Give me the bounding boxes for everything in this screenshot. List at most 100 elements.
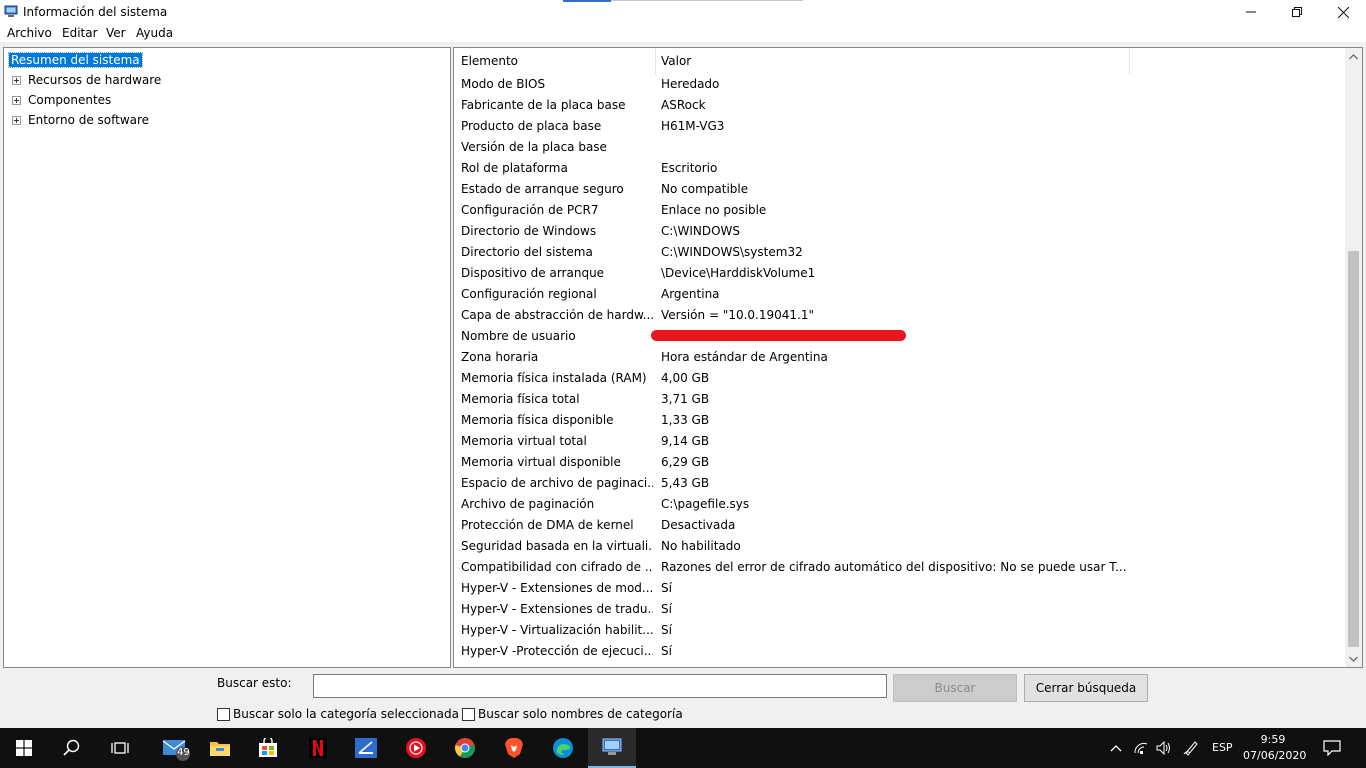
network-icon[interactable] xyxy=(1131,738,1151,758)
table-row[interactable]: Memoria física instalada (RAM) 4,00 GB xyxy=(454,368,1344,389)
table-row[interactable]: Rol de plataforma Escritorio xyxy=(454,158,1344,179)
tree-item-label: Entorno de software xyxy=(28,113,150,127)
checkbox-box[interactable] xyxy=(462,707,475,721)
chrome-icon[interactable] xyxy=(441,728,489,768)
table-row[interactable]: Versión de la placa base xyxy=(454,137,1344,158)
maximize-button[interactable] xyxy=(1274,0,1320,24)
search-icon[interactable] xyxy=(48,728,96,768)
file-explorer-icon[interactable] xyxy=(196,728,244,768)
tree-item-label: Componentes xyxy=(28,93,112,107)
row-item: Memoria virtual total xyxy=(461,434,587,448)
scroll-up-icon[interactable] xyxy=(1345,48,1362,65)
input-language[interactable]: ESP xyxy=(1212,741,1233,754)
vertical-scrollbar[interactable] xyxy=(1345,48,1362,667)
tree-item-label: Resumen del sistema xyxy=(8,52,143,68)
scrollbar-thumb[interactable] xyxy=(1348,251,1359,647)
tree-item-components[interactable]: Componentes xyxy=(12,91,111,109)
table-row[interactable]: Configuración regional Argentina xyxy=(454,284,1344,305)
table-row[interactable]: Hyper-V - Extensiones de tradu... Sí xyxy=(454,599,1344,620)
row-value: Argentina xyxy=(661,287,720,301)
table-row[interactable]: Configuración de PCR7 Enlace no posible xyxy=(454,200,1344,221)
task-view-icon[interactable] xyxy=(96,728,144,768)
chevron-up-icon[interactable] xyxy=(1106,738,1126,758)
menu-archivo[interactable]: Archivo xyxy=(7,26,52,40)
table-row[interactable]: Hyper-V -Protección de ejecuci... Sí xyxy=(454,641,1344,662)
mail-icon[interactable]: 49 xyxy=(152,728,200,768)
row-item: Rol de plataforma xyxy=(461,161,568,175)
table-row[interactable]: Estado de arranque seguro No compatible xyxy=(454,179,1344,200)
tree-item-software-environment[interactable]: Entorno de software xyxy=(12,111,149,129)
close-button[interactable] xyxy=(1320,0,1366,24)
row-item: Hyper-V - Extensiones de tradu... xyxy=(461,602,653,616)
netflix-icon[interactable] xyxy=(294,728,342,768)
row-item: Hyper-V - Virtualización habilit... xyxy=(461,623,653,637)
search-input[interactable] xyxy=(313,674,887,698)
table-row[interactable]: Archivo de paginación C:\pagefile.sys xyxy=(454,494,1344,515)
table-row[interactable]: Capa de abstracción de hardw... Versión =… xyxy=(454,305,1344,326)
notifications-icon[interactable] xyxy=(1322,738,1342,758)
table-row[interactable]: Compatibilidad con cifrado de ... Razones… xyxy=(454,557,1344,578)
row-value: Hora estándar de Argentina xyxy=(661,350,828,364)
table-row[interactable]: Zona horaria Hora estándar de Argentina xyxy=(454,347,1344,368)
volume-icon[interactable] xyxy=(1154,738,1174,758)
table-row[interactable]: Memoria virtual total 9,14 GB xyxy=(454,431,1344,452)
snip-tool-icon[interactable] xyxy=(342,728,390,768)
row-item: Estado de arranque seguro xyxy=(461,182,624,196)
table-row[interactable]: Fabricante de la placa base ASRock xyxy=(454,95,1344,116)
scroll-down-icon[interactable] xyxy=(1345,650,1362,667)
tree-item-hardware-resources[interactable]: Recursos de hardware xyxy=(12,71,161,89)
row-value: 3,71 GB xyxy=(661,392,710,406)
row-item: Versión de la placa base xyxy=(461,140,607,154)
row-value: 6,29 GB xyxy=(661,455,710,469)
table-row[interactable]: Modo de BIOS Heredado xyxy=(454,74,1344,95)
tree-item-system-summary[interactable]: Resumen del sistema xyxy=(8,51,143,69)
list-header: Elemento Valor xyxy=(454,48,1344,74)
row-value: Versión = "10.0.19041.1" xyxy=(661,308,815,322)
checkbox-box[interactable] xyxy=(217,707,230,721)
table-row[interactable]: Hyper-V - Extensiones de mod... Sí xyxy=(454,578,1344,599)
menu-editar[interactable]: Editar xyxy=(62,26,98,40)
only-category-names-checkbox[interactable]: Buscar solo nombres de categoría xyxy=(462,707,683,721)
row-value: H61M-VG3 xyxy=(661,119,725,133)
expand-icon[interactable] xyxy=(12,116,21,125)
row-item: Memoria física total xyxy=(461,392,580,406)
expand-icon[interactable] xyxy=(12,96,21,105)
table-row[interactable]: Dispositivo de arranque \Device\HarddiskV… xyxy=(454,263,1344,284)
column-header-item[interactable]: Elemento xyxy=(461,54,518,68)
pen-workspace-icon[interactable] xyxy=(1181,738,1201,758)
clock[interactable]: 9:59 07/06/2020 xyxy=(1243,732,1306,764)
row-item: Hyper-V - Extensiones de mod... xyxy=(461,581,653,595)
row-value: Razones del error de cifrado automático … xyxy=(661,560,1127,574)
table-row[interactable]: Directorio del sistema C:\WINDOWS\system3… xyxy=(454,242,1344,263)
table-row[interactable]: Directorio de Windows C:\WINDOWS xyxy=(454,221,1344,242)
checkbox-label: Buscar solo la categoría seleccionada xyxy=(233,707,459,721)
row-value: Desactivada xyxy=(661,518,736,532)
table-row[interactable]: Memoria física total 3,71 GB xyxy=(454,389,1344,410)
menu-ayuda[interactable]: Ayuda xyxy=(136,26,173,40)
table-row[interactable]: Espacio de archivo de paginaci... 5,43 GB xyxy=(454,473,1344,494)
media-player-icon[interactable] xyxy=(392,728,440,768)
table-row[interactable]: Memoria física disponible 1,33 GB xyxy=(454,410,1344,431)
table-row[interactable]: Memoria virtual disponible 6,29 GB xyxy=(454,452,1344,473)
table-row[interactable]: Producto de placa base H61M-VG3 xyxy=(454,116,1344,137)
column-divider[interactable] xyxy=(655,48,656,74)
close-search-button[interactable]: Cerrar búsqueda xyxy=(1024,674,1148,702)
table-row[interactable]: Protección de DMA de kernel Desactivada xyxy=(454,515,1344,536)
table-row[interactable]: Seguridad basada en la virtuali... No hab… xyxy=(454,536,1344,557)
system-information-taskbar-icon[interactable] xyxy=(588,728,636,768)
expand-icon[interactable] xyxy=(12,76,21,85)
row-value: \Device\HarddiskVolume1 xyxy=(661,266,816,280)
menu-ver[interactable]: Ver xyxy=(106,26,126,40)
row-item: Memoria física disponible xyxy=(461,413,614,427)
row-value: Escritorio xyxy=(661,161,718,175)
column-header-value[interactable]: Valor xyxy=(661,54,691,68)
column-divider[interactable] xyxy=(1129,48,1130,74)
only-selected-category-checkbox[interactable]: Buscar solo la categoría seleccionada xyxy=(217,707,459,721)
edge-icon[interactable] xyxy=(539,728,587,768)
search-button[interactable]: Buscar xyxy=(893,674,1017,702)
minimize-button[interactable] xyxy=(1228,0,1274,24)
table-row[interactable]: Hyper-V - Virtualización habilit... Sí xyxy=(454,620,1344,641)
microsoft-store-icon[interactable] xyxy=(244,728,292,768)
start-windows-icon[interactable] xyxy=(0,728,48,768)
brave-icon[interactable] xyxy=(490,728,538,768)
